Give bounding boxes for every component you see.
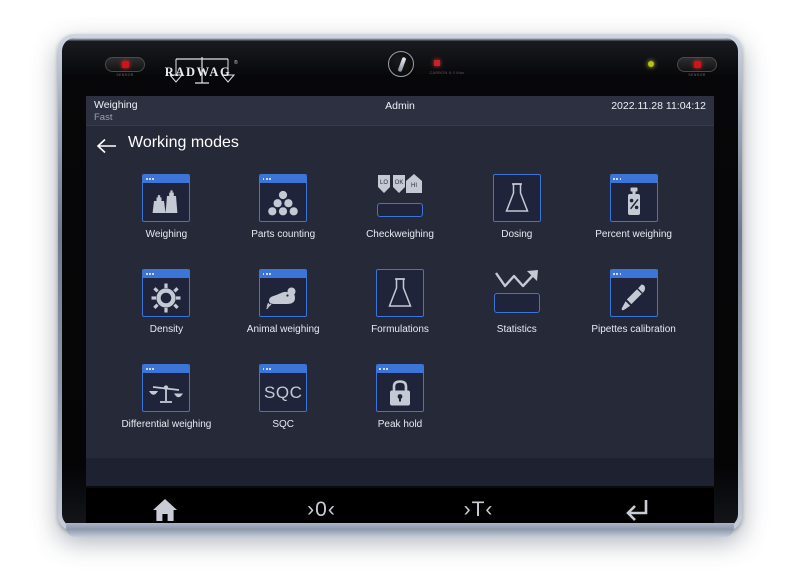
mode-tile-pipettes-calibration[interactable]: Pipettes calibration: [575, 269, 692, 364]
page-header: Working modes: [86, 126, 714, 166]
registered-mark: ®: [234, 60, 238, 66]
chart-zigzag-icon: [493, 269, 541, 317]
mode-label: Pipettes calibration: [591, 324, 676, 335]
balance-device: SENSOR RADWAG ® CARBON 6.0 Max SENSOR We…: [58, 34, 742, 531]
balance-scale-icon: [142, 364, 191, 412]
status-datetime-label: 2022.11.28 11:04:12: [611, 100, 706, 112]
device-bezel: SENSOR RADWAG ® CARBON 6.0 Max SENSOR We…: [62, 38, 738, 527]
proximity-sensor-right[interactable]: [677, 57, 717, 72]
sensor-left-label: SENSOR: [116, 73, 134, 77]
mode-label: Weighing: [145, 229, 188, 240]
svg-text:HI: HI: [411, 183, 417, 189]
svg-text:LO: LO: [380, 180, 388, 186]
page-title: Working modes: [128, 134, 239, 151]
mouse-icon: [259, 269, 308, 317]
function-button-bar: ›0‹ ›T‹: [86, 488, 714, 527]
mode-label: Parts counting: [251, 229, 316, 240]
mode-label: SQC: [272, 419, 295, 430]
grid-empty-cell: [458, 364, 575, 459]
mode-label: Density: [149, 324, 184, 335]
mode-label: Peak hold: [377, 419, 423, 430]
grid-empty-cell: [575, 364, 692, 459]
mode-tile-parts-counting[interactable]: Parts counting: [225, 174, 342, 269]
device-model-caption: CARBON 6.0 Max: [429, 71, 465, 75]
radwag-wordmark: RADWAG: [164, 65, 232, 79]
mode-tile-checkweighing[interactable]: LO OK HI Checkweighing: [342, 174, 459, 269]
tare-glyph: ›T‹: [463, 498, 494, 521]
power-led-icon: [648, 61, 654, 67]
mode-tile-formulations[interactable]: Formulations: [342, 269, 459, 364]
mode-label: Checkweighing: [366, 229, 434, 240]
zero-button[interactable]: ›0‹: [243, 488, 400, 527]
level-bubble-icon: [397, 56, 407, 73]
gear-icon: [142, 269, 191, 317]
padlock-icon: [375, 364, 424, 412]
mode-tile-weighing[interactable]: Weighing: [108, 174, 225, 269]
back-button[interactable]: [94, 134, 120, 158]
working-modes-grid: Weighing Parts counting LO OK HI Checkwe…: [86, 166, 714, 458]
mode-tile-dosing[interactable]: Dosing: [458, 174, 575, 269]
device-base-stand: [66, 523, 734, 537]
mode-tile-differential-weighing[interactable]: Differential weighing: [108, 364, 225, 459]
proximity-sensor-left[interactable]: [105, 57, 145, 72]
mode-label: Dosing: [501, 229, 533, 240]
mode-label: Animal weighing: [246, 324, 320, 335]
percent-bottle-icon: [609, 174, 658, 222]
mode-tile-animal-weighing[interactable]: Animal weighing: [225, 269, 342, 364]
mode-label: Formulations: [371, 324, 429, 335]
pipette-icon: [609, 269, 658, 317]
mode-label: Percent weighing: [595, 229, 672, 240]
status-submode-label: Fast: [94, 112, 113, 123]
svg-text:OK: OK: [395, 180, 404, 186]
sqc-text-icon: SQC: [259, 364, 308, 412]
lcd-screen: Weighing Fast Admin 2022.11.28 11:04:12 …: [86, 96, 714, 486]
top-hardware-strip: SENSOR RADWAG ® CARBON 6.0 Max SENSOR: [62, 42, 738, 98]
parts-pyramid-icon: [259, 174, 308, 222]
radwag-logo: RADWAG ®: [159, 51, 245, 91]
center-status-led-icon: [434, 60, 440, 66]
home-icon: [152, 498, 178, 522]
enter-arrow-icon: [623, 498, 649, 522]
zero-glyph: ›0‹: [307, 498, 336, 521]
mode-tile-percent-weighing[interactable]: Percent weighing: [575, 174, 692, 269]
flask-icon: [492, 174, 541, 222]
check-tags-icon: LO OK HI: [376, 174, 424, 222]
enter-button[interactable]: [557, 488, 714, 527]
weights-icon: [142, 174, 191, 222]
mode-tile-sqc[interactable]: SQC SQC: [225, 364, 342, 459]
arrow-left-icon: [96, 138, 116, 154]
mode-tile-density[interactable]: Density: [108, 269, 225, 364]
mode-label: Statistics: [496, 324, 537, 335]
home-button[interactable]: [86, 488, 243, 527]
sensor-led-right-icon: [693, 61, 701, 68]
tare-button[interactable]: ›T‹: [400, 488, 557, 527]
status-bar: Weighing Fast Admin 2022.11.28 11:04:12: [86, 96, 714, 126]
sensor-right-label: SENSOR: [688, 73, 706, 77]
mode-label: Differential weighing: [121, 419, 212, 430]
sensor-led-left-icon: [121, 61, 129, 68]
bezel-top-highlight: [62, 38, 738, 41]
flask-icon: [375, 269, 424, 317]
mode-tile-peak-hold[interactable]: Peak hold: [342, 364, 459, 459]
mode-tile-statistics[interactable]: Statistics: [458, 269, 575, 364]
